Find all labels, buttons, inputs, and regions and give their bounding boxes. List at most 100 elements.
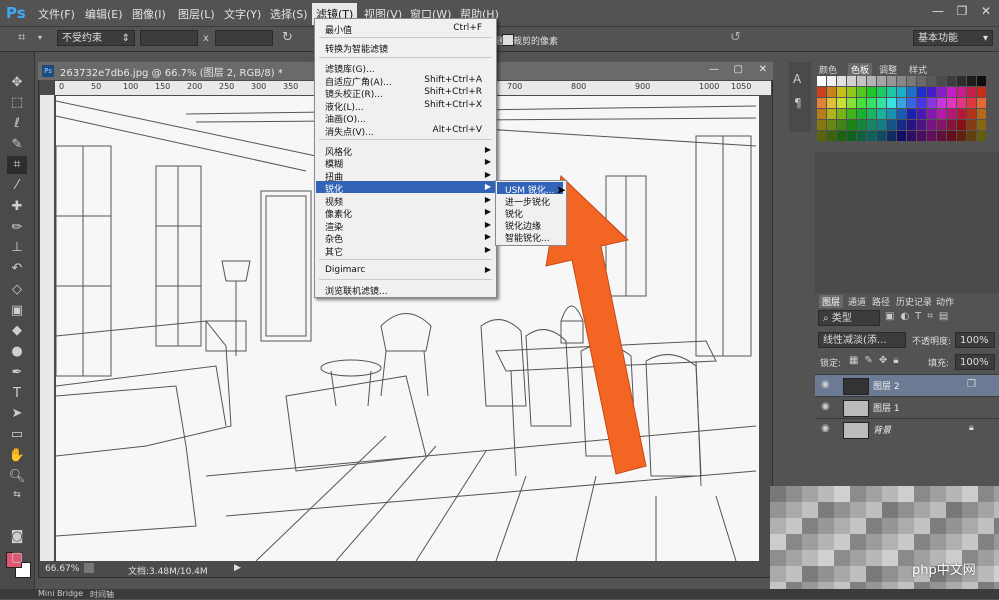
height-input[interactable]	[215, 30, 273, 46]
close-icon[interactable]: ✕	[974, 3, 998, 19]
tab-actions[interactable]: 动作	[936, 295, 954, 308]
color-swatch[interactable]	[907, 131, 916, 141]
color-swatch[interactable]	[817, 109, 826, 119]
color-swatch[interactable]	[847, 87, 856, 97]
color-swatch[interactable]	[937, 120, 946, 130]
type-tool-icon[interactable]: T	[7, 385, 27, 403]
color-swatch[interactable]	[827, 109, 836, 119]
color-swatch[interactable]	[957, 98, 966, 108]
color-swatch[interactable]	[817, 76, 826, 86]
color-swatch[interactable]	[957, 76, 966, 86]
tab-color[interactable]: 颜色	[819, 63, 837, 76]
color-swatch[interactable]	[867, 120, 876, 130]
color-swatch[interactable]	[857, 98, 866, 108]
crop-tool-icon[interactable]: ⌗	[18, 30, 25, 45]
color-swatch[interactable]	[947, 120, 956, 130]
color-swatch[interactable]	[917, 76, 926, 86]
shape-tool-icon[interactable]: ▭	[7, 426, 27, 444]
tab-timeline[interactable]: 时间轴	[90, 589, 114, 600]
ratio-select[interactable]: 不受约束 ⇕	[57, 30, 135, 46]
color-swatch[interactable]	[857, 131, 866, 141]
color-swatch[interactable]	[927, 109, 936, 119]
healing-tool-icon[interactable]: ✚	[7, 198, 27, 216]
character-panel-icon[interactable]: A	[793, 72, 801, 86]
color-swatch[interactable]	[827, 131, 836, 141]
zoom-tool-icon[interactable]: 🔍︎	[7, 468, 27, 486]
menu-item-vanishing-point[interactable]: 消失点(V)...	[325, 125, 374, 138]
color-swatch[interactable]	[887, 87, 896, 97]
hand-tool-icon[interactable]: ✋	[7, 447, 27, 465]
color-swatch[interactable]	[937, 76, 946, 86]
color-swatch[interactable]	[887, 120, 896, 130]
color-swatch[interactable]	[937, 109, 946, 119]
color-swatch[interactable]	[977, 109, 986, 119]
crop-tool-icon[interactable]: ⌗	[7, 156, 27, 174]
color-swatch[interactable]	[837, 120, 846, 130]
width-input[interactable]	[140, 30, 198, 46]
eye-icon[interactable]: ◉	[821, 423, 833, 435]
menu-item-filter-gallery[interactable]: 滤镜库(G)...	[325, 62, 375, 75]
quick-select-tool-icon[interactable]: ✎	[7, 136, 27, 154]
color-swatch[interactable]	[887, 98, 896, 108]
menu-select[interactable]: 选择(S)	[270, 6, 308, 22]
color-swatch[interactable]	[857, 109, 866, 119]
menu-item-convert-smart[interactable]: 转换为智能滤镜	[325, 42, 388, 55]
menu-type[interactable]: 文字(Y)	[224, 6, 261, 22]
menu-edit[interactable]: 编辑(E)	[85, 6, 123, 22]
color-swatch[interactable]	[907, 120, 916, 130]
color-swatch[interactable]	[897, 131, 906, 141]
color-swatch[interactable]	[907, 87, 916, 97]
eraser-tool-icon[interactable]: ◇	[7, 281, 27, 299]
color-swatch[interactable]	[957, 109, 966, 119]
color-swatch[interactable]	[967, 76, 976, 86]
tab-swatches[interactable]: 色板	[848, 63, 873, 76]
lasso-tool-icon[interactable]: ℓ	[7, 115, 27, 133]
color-swatch[interactable]	[907, 109, 916, 119]
color-swatch[interactable]	[837, 98, 846, 108]
brush-tool-icon[interactable]: ✏	[7, 219, 27, 237]
color-swatch[interactable]	[817, 87, 826, 97]
menu-item-sharpen[interactable]: 锐化	[325, 182, 343, 195]
color-swatch[interactable]	[897, 76, 906, 86]
color-swatch[interactable]	[957, 120, 966, 130]
gradient-tool-icon[interactable]: ▣	[7, 302, 27, 320]
color-swatch[interactable]	[877, 87, 886, 97]
color-swatch[interactable]	[897, 109, 906, 119]
color-swatch[interactable]	[967, 131, 976, 141]
color-swatch[interactable]	[887, 109, 896, 119]
color-swatch[interactable]	[877, 76, 886, 86]
tab-mini-bridge[interactable]: Mini Bridge	[38, 589, 83, 598]
tab-paths[interactable]: 路径	[872, 295, 890, 308]
color-swatch[interactable]	[977, 76, 986, 86]
color-swatch[interactable]	[817, 98, 826, 108]
color-swatch[interactable]	[847, 109, 856, 119]
color-swatch[interactable]	[837, 109, 846, 119]
minimize-icon[interactable]: —	[926, 3, 950, 19]
zoom-level[interactable]: 66.67%	[45, 564, 79, 574]
opacity-input[interactable]: 100%	[955, 332, 995, 348]
color-swatch[interactable]	[947, 98, 956, 108]
color-swatch[interactable]	[967, 87, 976, 97]
color-swatch[interactable]	[927, 87, 936, 97]
color-swatch[interactable]	[967, 98, 976, 108]
color-swatch[interactable]	[947, 76, 956, 86]
color-swatch[interactable]	[827, 98, 836, 108]
tab-layers[interactable]: 图层	[819, 295, 844, 308]
color-swatch[interactable]	[967, 109, 976, 119]
color-swatch[interactable]	[847, 120, 856, 130]
color-swatch[interactable]	[847, 76, 856, 86]
fill-input[interactable]: 100%	[955, 354, 995, 370]
color-swatch[interactable]	[917, 131, 926, 141]
menu-item-last-filter[interactable]: 最小值	[325, 23, 352, 36]
color-swatch[interactable]	[917, 98, 926, 108]
eye-icon[interactable]: ◉	[821, 379, 833, 391]
status-icon[interactable]	[84, 563, 94, 573]
menu-item-smart-sharpen[interactable]: 智能锐化...	[505, 231, 550, 244]
color-swatch[interactable]	[937, 131, 946, 141]
color-swatch[interactable]	[897, 87, 906, 97]
lock-icons[interactable]: ▦✎✥🔒︎	[849, 355, 905, 366]
menu-item-oil-paint[interactable]: 油画(O)...	[325, 112, 366, 125]
color-swatch[interactable]	[817, 120, 826, 130]
blur-tool-icon[interactable]: ◆	[7, 322, 27, 340]
color-swatch[interactable]	[857, 76, 866, 86]
